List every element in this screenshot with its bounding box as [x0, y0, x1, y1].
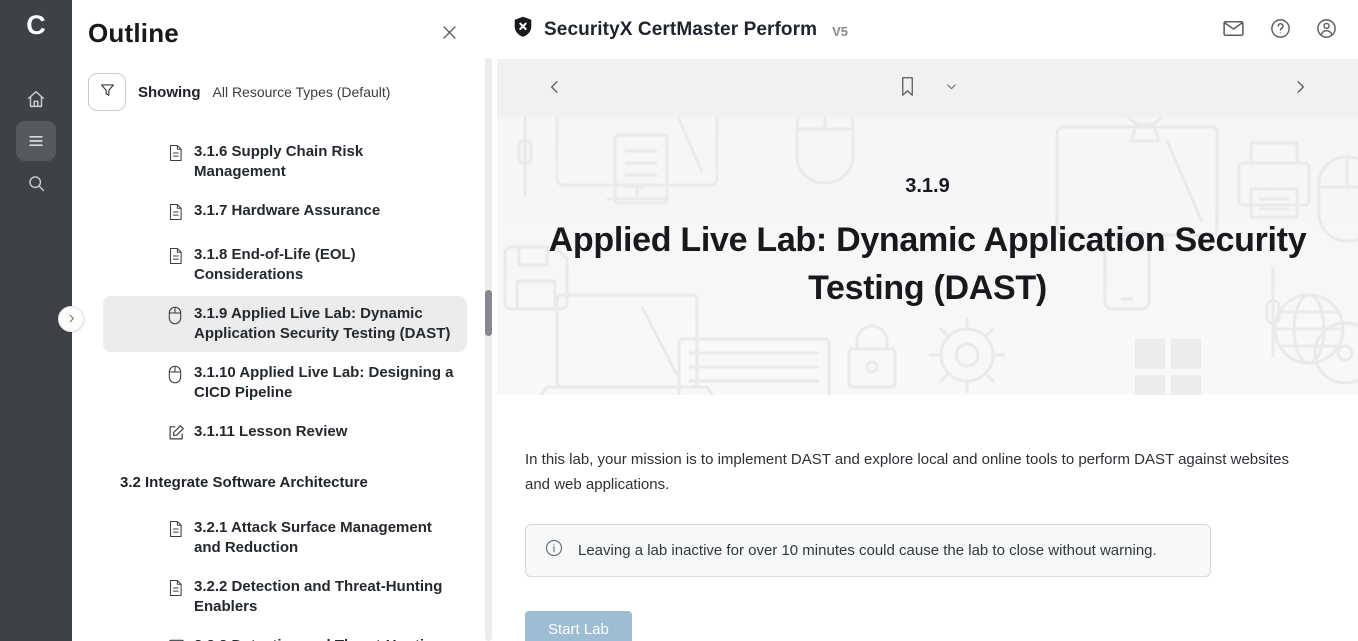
mail-icon [1221, 16, 1246, 44]
lesson-navbar [497, 59, 1358, 117]
outline-item-label: 3.2.3 Detection and Threat-Hunting Enabl… [194, 636, 455, 641]
outline-toggle-button[interactable] [16, 121, 56, 161]
outline-item[interactable]: 3.2.3 Detection and Threat-Hunting Enabl… [103, 628, 467, 641]
product-version: V5 [832, 24, 848, 39]
outline-item-label: 3.1.7 Hardware Assurance [194, 201, 380, 221]
outline-section-header: 3.2 Integrate Software Architecture [103, 467, 467, 499]
mouse-icon [168, 306, 185, 330]
home-icon [25, 88, 47, 110]
outline-item[interactable]: 3.1.9 Applied Live Lab: Dynamic Applicat… [103, 296, 467, 352]
comptia-logo: C [26, 12, 46, 39]
filter-current-value[interactable]: All Resource Types (Default) [213, 84, 391, 100]
chevron-left-icon [547, 79, 563, 98]
outline-list: 3.1.6 Supply Chain Risk Management 3.1.7… [88, 134, 467, 641]
outline-panel: Outline Showing All Resource Types (Defa… [72, 0, 497, 641]
close-icon [440, 30, 459, 45]
home-button[interactable] [16, 79, 56, 119]
account-icon [1315, 17, 1338, 43]
document-icon [168, 144, 185, 167]
messages-button[interactable] [1221, 16, 1246, 44]
edit-icon [168, 424, 185, 446]
document-icon [168, 247, 185, 270]
outline-item[interactable]: 3.1.6 Supply Chain Risk Management [103, 134, 467, 190]
securityx-shield-icon [511, 15, 535, 44]
account-button[interactable] [1315, 17, 1338, 43]
document-icon [168, 579, 185, 602]
outline-item-label: 3.1.6 Supply Chain Risk Management [194, 142, 455, 182]
close-outline-button[interactable] [436, 19, 463, 49]
document-icon [168, 520, 185, 543]
start-lab-button[interactable]: Start Lab [525, 611, 632, 641]
bookmark-menu-button[interactable] [939, 74, 964, 102]
outline-item-label: 3.1.8 End-of-Life (EOL) Considerations [194, 245, 455, 285]
chevron-right-icon [1292, 79, 1308, 98]
filter-funnel-icon [98, 81, 117, 103]
course-header: SecurityX CertMaster Perform V5 [497, 0, 1358, 59]
next-page-button[interactable] [1286, 73, 1314, 104]
main-content: SecurityX CertMaster Perform V5 [497, 0, 1358, 641]
outline-scrollbar-thumb[interactable] [485, 290, 492, 336]
chevron-right-icon [66, 312, 77, 327]
outline-item-label: 3.2.2 Detection and Threat-Hunting Enabl… [194, 577, 455, 617]
outline-item[interactable]: 3.2.2 Detection and Threat-Hunting Enabl… [103, 569, 467, 625]
inactivity-notice: Leaving a lab inactive for over 10 minut… [525, 524, 1211, 577]
outline-item[interactable]: 3.2.1 Attack Surface Management and Redu… [103, 510, 467, 566]
outline-item-label: 3.1.11 Lesson Review [194, 422, 347, 442]
product-title: SecurityX CertMaster Perform [544, 19, 817, 41]
outline-item-label: 3.1.9 Applied Live Lab: Dynamic Applicat… [194, 304, 455, 344]
document-icon [168, 203, 185, 226]
outline-item[interactable]: 3.1.10 Applied Live Lab: Designing a CIC… [103, 355, 467, 411]
bookmark-button[interactable] [892, 69, 923, 107]
previous-page-button[interactable] [541, 73, 569, 104]
expand-panel-button[interactable] [58, 306, 84, 332]
outline-panel-title: Outline [88, 18, 179, 49]
lesson-number: 3.1.9 [497, 175, 1358, 198]
filter-showing-label: Showing [138, 84, 201, 101]
mouse-icon [168, 365, 185, 389]
lesson-title: Applied Live Lab: Dynamic Application Se… [523, 216, 1333, 312]
lesson-body: In this lab, your mission is to implemen… [497, 395, 1358, 641]
info-icon [544, 538, 564, 563]
outline-item-label: 3.1.10 Applied Live Lab: Designing a CIC… [194, 363, 455, 403]
inactivity-notice-text: Leaving a lab inactive for over 10 minut… [578, 542, 1157, 559]
app-root: C Outline [0, 0, 1358, 641]
outline-scrollbar-track[interactable] [485, 58, 492, 641]
outline-item[interactable]: 3.1.11 Lesson Review [103, 414, 467, 454]
bookmark-icon [898, 75, 917, 101]
outline-item-label: 3.2.1 Attack Surface Management and Redu… [194, 518, 455, 558]
filter-button[interactable] [88, 73, 126, 111]
lesson-hero: 3.1.9 Applied Live Lab: Dynamic Applicat… [497, 117, 1358, 395]
menu-icon [26, 131, 46, 151]
outline-item[interactable]: 3.1.7 Hardware Assurance [103, 193, 467, 234]
outline-item-label: 3.2 Integrate Software Architecture [120, 473, 368, 493]
help-icon [1269, 17, 1292, 43]
search-button[interactable] [16, 163, 56, 203]
chevron-down-icon [945, 80, 958, 96]
lesson-description: In this lab, your mission is to implemen… [525, 447, 1296, 497]
search-icon [26, 173, 47, 194]
help-button[interactable] [1269, 17, 1292, 43]
outline-item[interactable]: 3.1.8 End-of-Life (EOL) Considerations [103, 237, 467, 293]
